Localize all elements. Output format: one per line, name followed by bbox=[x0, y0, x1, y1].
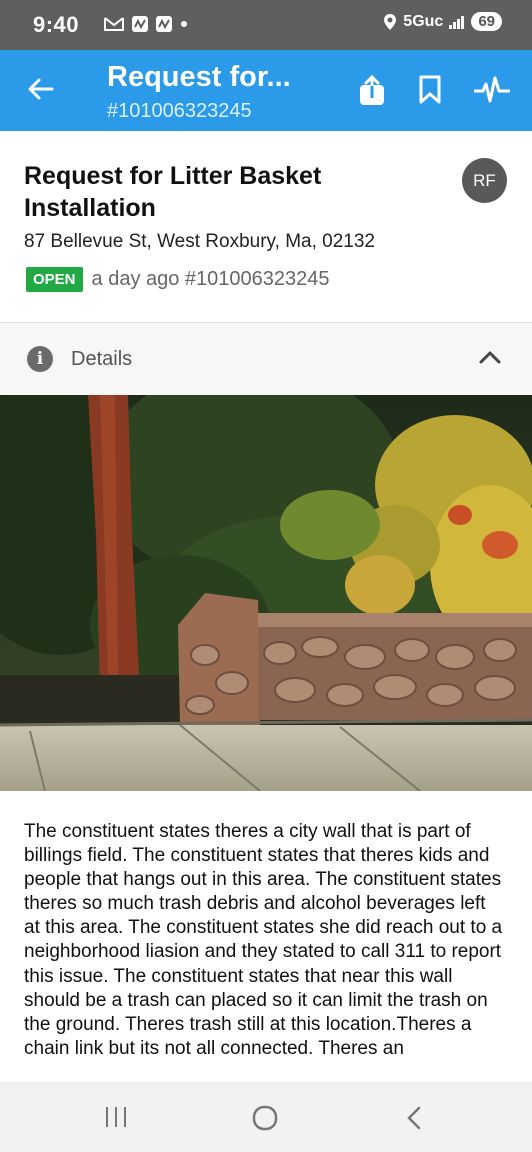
share-icon[interactable] bbox=[358, 74, 386, 106]
status-bar: 9:40 5Guc 69 bbox=[0, 0, 532, 50]
chevron-up-icon[interactable] bbox=[478, 349, 502, 365]
request-photo[interactable] bbox=[0, 395, 532, 791]
request-description: The constituent states theres a city wal… bbox=[24, 821, 503, 1059]
home-icon[interactable] bbox=[252, 1105, 278, 1131]
system-nav-bar bbox=[0, 1082, 532, 1152]
request-title: Request for Litter Basket Installation bbox=[24, 162, 322, 222]
back-arrow-icon[interactable] bbox=[26, 74, 56, 104]
signal-icon bbox=[449, 15, 465, 29]
back-nav-icon[interactable] bbox=[404, 1106, 424, 1130]
app-bar-actions bbox=[358, 74, 510, 106]
request-meta: OPEN a day ago #101006323245 bbox=[26, 267, 330, 292]
battery-level: 69 bbox=[471, 12, 502, 31]
status-time: 9:40 bbox=[33, 12, 80, 37]
app-bar-subtitle: #101006323245 bbox=[107, 100, 252, 122]
location-icon bbox=[384, 13, 397, 30]
avatar[interactable]: RF bbox=[462, 158, 507, 203]
request-address: 87 Bellevue St, West Roxbury, Ma, 02132 bbox=[24, 231, 375, 252]
network-label: 5Guc bbox=[403, 12, 444, 30]
photo-image bbox=[0, 395, 532, 791]
status-right: 5Guc 69 bbox=[383, 12, 502, 31]
request-header: Request for Litter Basket Installation R… bbox=[0, 131, 532, 323]
app-notification-icon-2 bbox=[156, 16, 172, 32]
details-toggle[interactable]: i Details bbox=[0, 323, 532, 395]
app-notification-icon bbox=[132, 16, 148, 32]
activity-icon[interactable] bbox=[474, 75, 510, 105]
details-label: Details bbox=[71, 348, 133, 370]
request-meta-text: a day ago #101006323245 bbox=[91, 268, 330, 290]
app-bar: Request for... #101006323245 bbox=[0, 50, 532, 131]
recents-icon[interactable] bbox=[104, 1106, 128, 1128]
bookmark-icon[interactable] bbox=[418, 75, 442, 105]
notification-icons bbox=[103, 15, 189, 33]
status-badge: OPEN bbox=[26, 267, 83, 292]
app-bar-title: Request for... bbox=[107, 61, 291, 93]
gmail-icon bbox=[104, 17, 124, 31]
dot-icon bbox=[181, 21, 187, 27]
info-icon: i bbox=[27, 346, 53, 372]
